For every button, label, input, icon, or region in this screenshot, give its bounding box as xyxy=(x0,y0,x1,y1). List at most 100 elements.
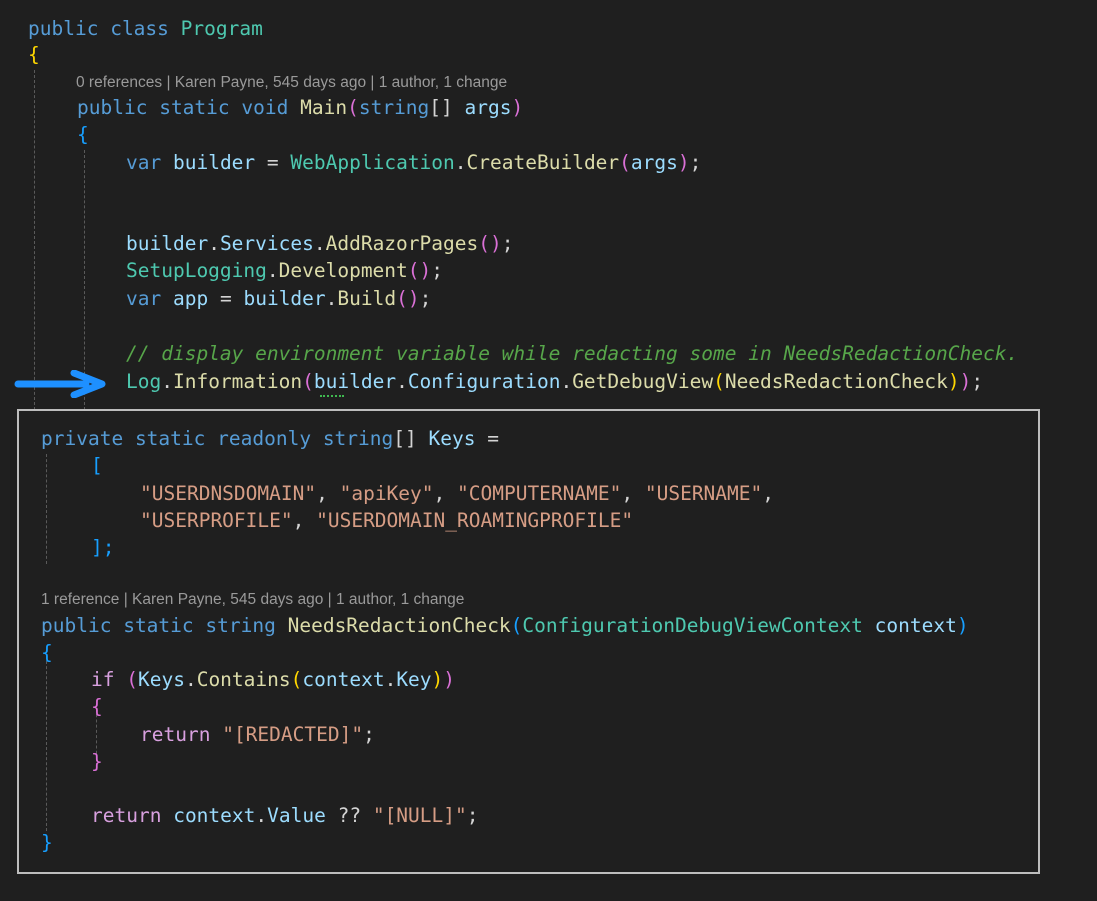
string-literal: "USERDOMAIN_ROAMINGPROFILE" xyxy=(316,509,634,532)
paren: ) xyxy=(677,151,690,174)
keyword: public xyxy=(77,96,148,119)
paren: ) xyxy=(443,668,456,691)
argument: args xyxy=(630,151,678,174)
codelens-needs-redaction[interactable]: 1 reference | Karen Payne, 545 days ago … xyxy=(41,590,464,610)
dot: . xyxy=(255,804,268,827)
parameter: context xyxy=(173,804,256,827)
paren: ( xyxy=(302,370,314,393)
variable: builder xyxy=(313,370,397,393)
variable: app xyxy=(172,287,209,310)
paren: ( xyxy=(619,151,631,174)
parameter: args xyxy=(464,96,512,119)
keyword: static xyxy=(134,427,206,450)
keyword: string xyxy=(205,614,276,637)
string-literal: "USERDNSDOMAIN" xyxy=(140,482,317,505)
string-literal: "COMPUTERNAME" xyxy=(457,482,622,505)
keyword: public xyxy=(41,614,112,637)
semicolon: ; xyxy=(501,232,514,255)
parameter: context xyxy=(874,614,957,637)
dot: . xyxy=(208,232,220,255)
keyword: class xyxy=(110,17,169,40)
method-name: GetDebugView xyxy=(572,370,714,393)
dot: . xyxy=(184,668,197,691)
method-name: CreateBuilder xyxy=(466,151,620,174)
variable: builder xyxy=(126,232,209,255)
dot: . xyxy=(396,370,408,393)
code-line-app: var app = builder.Build(); xyxy=(126,286,431,312)
semicolon: ; xyxy=(689,151,702,174)
property: Value xyxy=(267,804,326,827)
dot: . xyxy=(560,370,573,393)
dot: . xyxy=(454,151,467,174)
paren: () xyxy=(478,232,502,255)
dot: . xyxy=(313,232,326,255)
code-snippet-panel: private static readonly string[] Keys = … xyxy=(17,409,1040,874)
code-line-log-information: Log.Information(builder.Configuration.Ge… xyxy=(126,369,983,395)
semicolon: ; xyxy=(363,723,375,746)
class-name: Program xyxy=(180,17,263,40)
dot: . xyxy=(161,370,173,393)
method-name: Main xyxy=(300,96,348,119)
semicolon: ; xyxy=(419,287,432,310)
keyword: static xyxy=(159,96,230,119)
string-literal: "[NULL]" xyxy=(372,804,467,827)
bracket: [ xyxy=(91,454,103,477)
paren: ( xyxy=(126,668,138,691)
suggestion-squiggle[interactable] xyxy=(320,395,344,397)
keyword: var xyxy=(126,287,162,310)
property: Key xyxy=(396,668,432,691)
brace: } xyxy=(91,750,103,773)
variable: builder xyxy=(172,151,256,174)
code-line-services: builder.Services.AddRazorPages(); xyxy=(126,231,513,257)
brackets: [] xyxy=(393,427,417,450)
property: Configuration xyxy=(407,370,561,393)
code-line-if-close: } xyxy=(91,749,103,775)
method-name: Contains xyxy=(196,668,291,691)
brace: } xyxy=(41,831,53,854)
code-line-open-brace: { xyxy=(28,42,40,68)
method-name: Build xyxy=(337,287,397,310)
parameter: context xyxy=(302,668,385,691)
method-name: Development xyxy=(278,259,408,282)
keyword: public xyxy=(28,17,99,40)
field-name: Keys xyxy=(137,668,185,691)
code-line-if: if (Keys.Contains(context.Key)) xyxy=(91,667,455,693)
dot: . xyxy=(384,668,397,691)
keyword: var xyxy=(126,151,162,174)
code-line-check-open: { xyxy=(41,640,53,666)
keyword: void xyxy=(241,96,289,119)
class-name: SetupLogging xyxy=(126,259,267,282)
control-keyword: if xyxy=(91,668,115,691)
paren: ( xyxy=(290,668,303,691)
paren: ( xyxy=(510,614,523,637)
class-name: ConfigurationDebugViewContext xyxy=(522,614,863,637)
code-line-check-signature: public static string NeedsRedactionCheck… xyxy=(41,613,969,639)
operator: = xyxy=(487,427,499,450)
method-name: Information xyxy=(172,370,303,393)
control-keyword: return xyxy=(91,804,162,827)
method-name: AddRazorPages xyxy=(325,232,479,255)
paren: ) xyxy=(956,614,969,637)
semicolon: ; xyxy=(466,804,479,827)
operator: ?? xyxy=(337,804,362,827)
class-name: WebApplication xyxy=(290,151,455,174)
dot: . xyxy=(325,287,338,310)
paren: ) xyxy=(511,96,524,119)
brace: { xyxy=(91,695,103,718)
string-literal: "USERNAME" xyxy=(644,482,763,505)
keyword: readonly xyxy=(217,427,312,450)
keyword: static xyxy=(123,614,194,637)
property: Services xyxy=(219,232,314,255)
keyword: private xyxy=(41,427,124,450)
code-line-check-close: } xyxy=(41,830,53,856)
keyword: string xyxy=(322,427,394,450)
class-name: Log xyxy=(126,370,162,393)
code-line-keys-values-1: "USERDNSDOMAIN", "apiKey", "COMPUTERNAME… xyxy=(140,482,775,505)
string-literal: "[REDACTED]" xyxy=(222,723,364,746)
brace: { xyxy=(77,123,89,146)
codelens-main[interactable]: 0 references | Karen Payne, 545 days ago… xyxy=(76,73,507,93)
brace: { xyxy=(41,641,53,664)
bracket: ]; xyxy=(91,536,115,559)
semicolon: ; xyxy=(431,259,444,282)
paren: ) xyxy=(959,370,972,393)
